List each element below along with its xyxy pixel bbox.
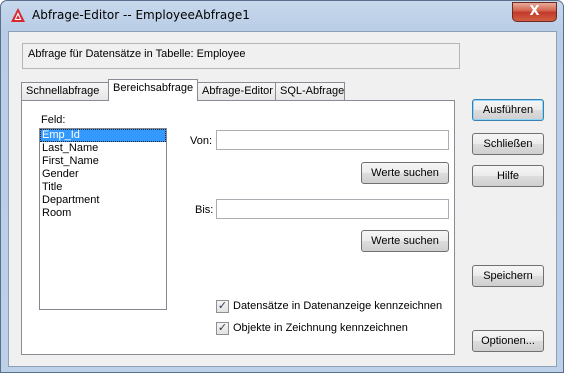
checkmark-icon: ✓ xyxy=(217,300,228,312)
table-info-box: Abfrage für Datensätze in Tabelle: Emplo… xyxy=(22,43,460,69)
options-button[interactable]: Optionen... xyxy=(472,330,544,352)
window-title: Abfrage-Editor -- EmployeeAbfrage1 xyxy=(32,8,250,22)
tab-label: Schnellabfrage xyxy=(26,85,100,97)
bis-label: Bis: xyxy=(195,204,214,216)
help-button[interactable]: Hilfe xyxy=(472,165,544,187)
objects-checkbox-label[interactable]: Objekte in Zeichnung kennzeichnen xyxy=(233,322,408,334)
tab-bereichsabfrage[interactable]: Bereichsabfrage xyxy=(108,79,198,101)
checkmark-icon: ✓ xyxy=(217,322,228,334)
close-window-button[interactable]: X xyxy=(512,2,557,22)
tab-label: SQL-Abfrage xyxy=(280,85,345,97)
table-info-text: Abfrage für Datensätze in Tabelle: Emplo… xyxy=(28,48,246,60)
objects-checkbox[interactable]: ✓ xyxy=(216,322,229,335)
search-values-von-button[interactable]: Werte suchen xyxy=(361,162,449,184)
bereichsabfrage-panel: Feld: Emp_Id Last_Name First_Name Gender… xyxy=(21,100,455,355)
bis-input[interactable] xyxy=(216,199,449,219)
close-button[interactable]: Schließen xyxy=(472,133,544,155)
field-listbox[interactable]: Emp_Id Last_Name First_Name Gender Title… xyxy=(39,128,167,310)
list-item[interactable]: Room xyxy=(40,207,166,220)
list-item[interactable]: First_Name xyxy=(40,155,166,168)
tab-sql-abfrage[interactable]: SQL-Abfrage xyxy=(275,82,345,100)
von-input[interactable] xyxy=(216,130,449,150)
datasets-checkbox[interactable]: ✓ xyxy=(216,300,229,313)
dialog-window: Abfrage-Editor -- EmployeeAbfrage1 X Abf… xyxy=(0,0,564,373)
tab-label: Abfrage-Editor xyxy=(202,85,273,97)
von-label: Von: xyxy=(190,135,213,147)
save-button[interactable]: Speichern xyxy=(472,265,544,287)
title-bar[interactable]: Abfrage-Editor -- EmployeeAbfrage1 X xyxy=(1,1,563,31)
tab-schnellabfrage[interactable]: Schnellabfrage xyxy=(21,82,110,100)
tab-abfrage-editor[interactable]: Abfrage-Editor xyxy=(197,82,276,100)
datasets-checkbox-label[interactable]: Datensätze in Datenanzeige kennzeichnen xyxy=(233,300,442,312)
list-item[interactable]: Title xyxy=(40,181,166,194)
autocad-app-icon xyxy=(11,8,25,22)
list-item[interactable]: Department xyxy=(40,194,166,207)
list-item[interactable]: Last_Name xyxy=(40,142,166,155)
dialog-client-area: Abfrage für Datensätze in Tabelle: Emplo… xyxy=(8,31,557,367)
field-label: Feld: xyxy=(41,114,66,126)
search-values-bis-button[interactable]: Werte suchen xyxy=(361,230,449,252)
close-icon: X xyxy=(529,4,540,19)
list-item[interactable]: Gender xyxy=(40,168,166,181)
list-item[interactable]: Emp_Id xyxy=(40,129,166,142)
execute-button[interactable]: Ausführen xyxy=(472,99,544,121)
tab-label: Bereichsabfrage xyxy=(113,82,194,94)
